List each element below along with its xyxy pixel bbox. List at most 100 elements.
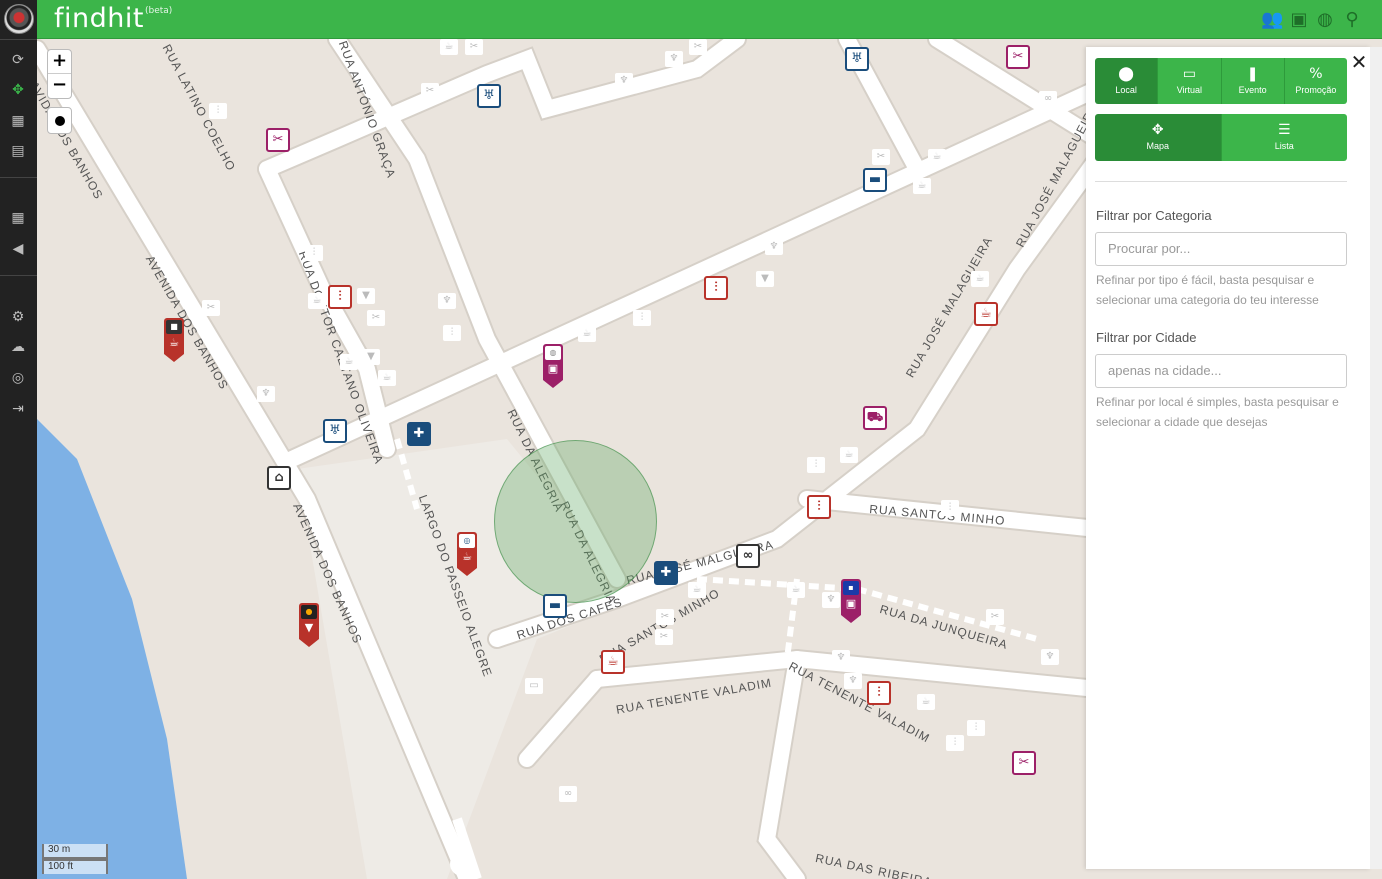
zoom-in-button[interactable]: + xyxy=(48,50,71,74)
close-panel-button[interactable]: ✕ xyxy=(1350,52,1368,72)
poi-mini-icon[interactable]: ☕ xyxy=(340,354,358,370)
poi-mini-icon[interactable]: ✂ xyxy=(465,39,483,55)
refresh-icon[interactable]: ⟳ xyxy=(9,51,27,69)
business-pin[interactable]: ◍ ▣ xyxy=(543,344,563,388)
contacts-icon[interactable]: ▤ xyxy=(9,142,27,160)
poi-mini-icon[interactable]: ♆ xyxy=(832,650,850,666)
poi-mini-icon[interactable]: ☕ xyxy=(308,293,326,309)
poi-mini-icon[interactable]: ⫶ xyxy=(209,103,227,119)
restaurant-icon[interactable]: ⫶ xyxy=(807,495,831,519)
hotel-icon[interactable]: ▬ xyxy=(863,168,887,192)
poi-mini-icon[interactable]: ✂ xyxy=(656,609,674,625)
health-icon[interactable]: ♅ xyxy=(323,419,347,443)
poi-mini-icon[interactable]: ✂ xyxy=(655,629,673,645)
search-icon[interactable]: ⚲ xyxy=(1342,10,1362,30)
tab-local[interactable]: ⬤ Local xyxy=(1095,58,1159,104)
poi-mini-icon[interactable]: ☕ xyxy=(440,39,458,55)
calendar-icon[interactable]: ▦ xyxy=(9,112,27,130)
poi-mini-icon[interactable]: ♆ xyxy=(615,73,633,89)
list-icon: ☰ xyxy=(1277,122,1291,138)
poi-mini-icon[interactable]: ☕ xyxy=(578,326,596,342)
tab-promocao[interactable]: % Promoção xyxy=(1284,58,1347,104)
poi-mini-icon[interactable]: ☕ xyxy=(840,447,858,463)
city-search-input[interactable]: apenas na cidade... xyxy=(1095,354,1347,388)
poi-mini-icon[interactable]: ☕ xyxy=(928,149,946,165)
poi-mini-icon[interactable]: ∞ xyxy=(1039,91,1057,107)
signout-icon[interactable]: ⇥ xyxy=(9,400,27,418)
poi-mini-icon[interactable]: ✂ xyxy=(986,609,1004,625)
restaurant-icon[interactable]: ⫶ xyxy=(704,276,728,300)
poi-mini-icon[interactable]: ♆ xyxy=(257,386,275,402)
poi-mini-icon[interactable]: ⫶ xyxy=(941,500,959,516)
dashboard-icon[interactable]: ▦ xyxy=(9,209,27,227)
business-pin[interactable]: ◎ ☕ xyxy=(457,532,477,576)
category-search-input[interactable]: Procurar por... xyxy=(1095,232,1347,266)
business-pin[interactable]: ● ▼ xyxy=(299,603,319,647)
poi-mini-icon[interactable]: ⫶ xyxy=(807,457,825,473)
poi-mini-icon[interactable]: ♆ xyxy=(822,592,840,608)
poi-mini-icon[interactable]: ☕ xyxy=(688,582,706,598)
scissors-icon[interactable]: ✂ xyxy=(1012,751,1036,775)
locate-me-button[interactable] xyxy=(47,107,72,134)
poi-mini-icon[interactable]: ☕ xyxy=(971,271,989,287)
poi-mini-icon[interactable]: ☕ xyxy=(787,582,805,598)
poi-mini-icon[interactable]: ⫶ xyxy=(305,245,323,261)
poi-mini-icon[interactable]: ∞ xyxy=(559,786,577,802)
tab-virtual[interactable]: ▭ Virtual xyxy=(1158,58,1222,104)
app-logo[interactable]: findhit xyxy=(54,3,144,34)
globe-icon[interactable]: ◍ xyxy=(1315,10,1335,30)
poi-mini-icon[interactable]: ▭ xyxy=(525,678,543,694)
cloud-icon[interactable]: ☁ xyxy=(9,338,27,356)
poi-mini-icon[interactable]: ☕ xyxy=(917,694,935,710)
poi-mini-icon[interactable]: ✂ xyxy=(367,310,385,326)
pharmacy-icon[interactable]: ✚ xyxy=(654,561,678,585)
poi-mini-icon[interactable]: ▼ xyxy=(362,349,380,365)
lifebuoy-icon[interactable]: ◎ xyxy=(9,369,27,387)
tab-lista[interactable]: ☰ Lista xyxy=(1221,114,1347,161)
poi-mini-icon[interactable]: ✂ xyxy=(689,39,707,55)
user-avatar[interactable] xyxy=(4,4,34,34)
poi-mini-icon[interactable]: ⫶ xyxy=(633,310,651,326)
sidebar-divider xyxy=(0,177,37,178)
coffee-icon[interactable]: ☕ xyxy=(974,302,998,326)
coffee-icon[interactable]: ☕ xyxy=(601,650,625,674)
poi-mini-icon[interactable]: ▼ xyxy=(756,271,774,287)
business-pin[interactable]: ▪ ▣ xyxy=(841,579,861,623)
panel-scrollbar[interactable] xyxy=(1370,47,1382,869)
poi-mini-icon[interactable]: ♆ xyxy=(438,293,456,309)
poi-mini-icon[interactable]: ♆ xyxy=(765,239,783,255)
poi-mini-icon[interactable]: ⫶ xyxy=(967,720,985,736)
chat-icon[interactable]: ▣ xyxy=(1289,10,1309,30)
poi-mini-icon[interactable]: ▼ xyxy=(357,288,375,304)
poi-mini-icon[interactable]: ⫶ xyxy=(443,325,461,341)
health-icon[interactable]: ♅ xyxy=(477,84,501,108)
hotel-icon[interactable]: ▬ xyxy=(543,594,567,618)
scissors-icon[interactable]: ✂ xyxy=(266,128,290,152)
scissors-icon[interactable]: ✂ xyxy=(1006,45,1030,69)
restaurant-icon[interactable]: ⫶ xyxy=(867,681,891,705)
poi-mini-icon[interactable]: ♆ xyxy=(665,51,683,67)
infinity-icon[interactable]: ∞ xyxy=(736,544,760,568)
business-pin[interactable]: ■ ☕ xyxy=(164,318,184,362)
pharmacy-icon[interactable]: ✚ xyxy=(407,422,431,446)
left-sidebar: ⟳ ✥ ▦ ▤ ▦ ◀ ⚙ ☁ ◎ ⇥ xyxy=(0,0,37,879)
gear-icon[interactable]: ⚙ xyxy=(9,308,27,326)
users-icon[interactable]: 👥 xyxy=(1261,10,1283,30)
crosshair-icon[interactable]: ✥ xyxy=(9,81,27,99)
tab-mapa[interactable]: ✥ Mapa xyxy=(1095,114,1222,161)
tab-evento[interactable]: ❚ Evento xyxy=(1221,58,1285,104)
poi-mini-icon[interactable]: ♆ xyxy=(1041,649,1059,665)
poi-mini-icon[interactable]: ✂ xyxy=(421,83,439,99)
zoom-out-button[interactable]: − xyxy=(48,74,71,98)
megaphone-icon[interactable]: ◀ xyxy=(9,240,27,258)
poi-mini-icon[interactable]: ✂ xyxy=(202,300,220,316)
poi-mini-icon[interactable]: ☕ xyxy=(913,178,931,194)
health-icon[interactable]: ♅ xyxy=(845,47,869,71)
poi-mini-icon[interactable]: ☕ xyxy=(378,370,396,386)
poi-mini-icon[interactable]: ⫶ xyxy=(946,735,964,751)
poi-mini-icon[interactable]: ♆ xyxy=(844,673,862,689)
shopping-cart-icon[interactable]: ⛟ xyxy=(863,406,887,430)
poi-mini-icon[interactable]: ✂ xyxy=(872,149,890,165)
restaurant-icon[interactable]: ⫶ xyxy=(328,285,352,309)
museum-icon[interactable]: ⌂ xyxy=(267,466,291,490)
